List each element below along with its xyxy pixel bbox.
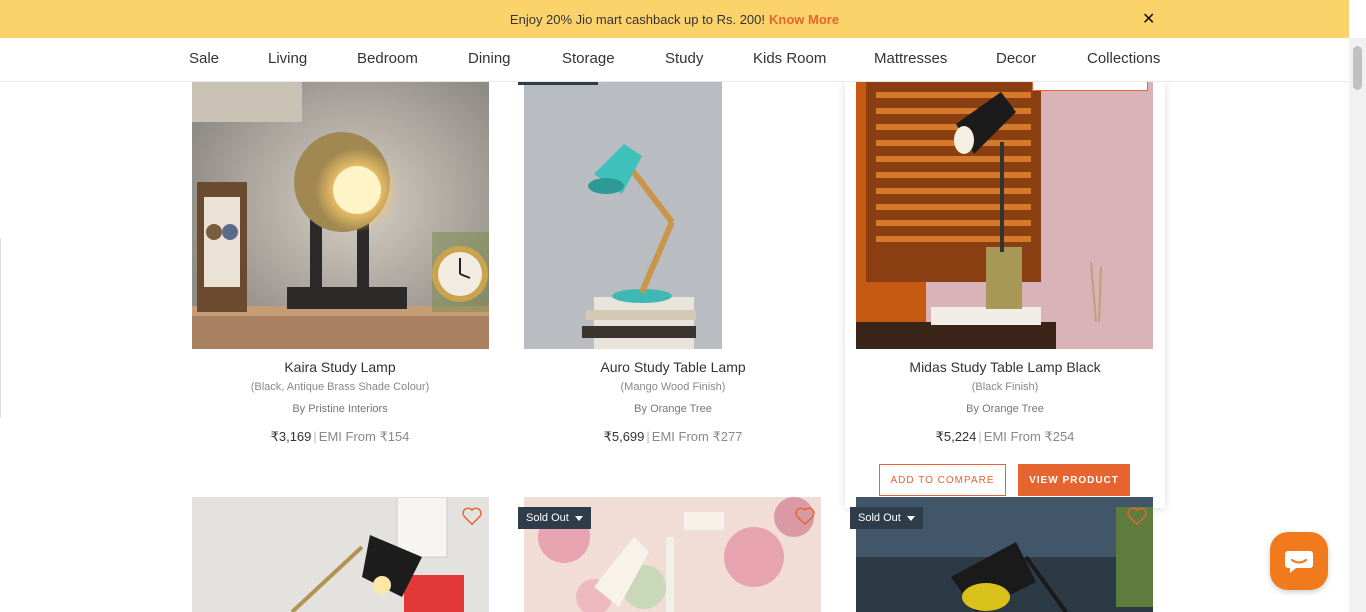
price-value: ₹5,699	[603, 429, 645, 444]
nav-item-storage[interactable]: Storage	[562, 50, 615, 67]
product-image-midas[interactable]	[856, 82, 1153, 349]
lamp-photo	[856, 82, 1153, 349]
promo-text: Enjoy 20% Jio mart cashback up to Rs. 20…	[509, 11, 765, 27]
emi-text: EMI From ₹277	[651, 429, 743, 444]
sold-out-label: Sold Out	[526, 512, 569, 524]
view-product-button[interactable]: VIEW PRODUCT	[1018, 464, 1130, 496]
heart-icon[interactable]	[461, 505, 483, 527]
product-variant: (Black Finish)	[971, 381, 1039, 393]
price-value: ₹3,169	[270, 429, 312, 444]
caret-down-icon	[906, 515, 915, 521]
sold-out-badge[interactable]: Sold Out	[518, 507, 591, 529]
chat-button[interactable]	[1270, 532, 1328, 590]
nav-item-bedroom[interactable]: Bedroom	[357, 50, 418, 67]
promo-banner: Enjoy 20% Jio mart cashback up to Rs. 20…	[0, 0, 1349, 38]
nav-item-decor[interactable]: Decor	[996, 50, 1036, 67]
close-icon[interactable]: ✕	[1142, 9, 1155, 29]
emi-text: EMI From ₹154	[318, 429, 410, 444]
sold-out-label: Sold Out	[858, 512, 901, 524]
product-brand[interactable]: By Pristine Interiors	[190, 403, 490, 415]
caret-down-icon	[574, 515, 583, 521]
nav-item-kids-room[interactable]: Kids Room	[753, 50, 826, 67]
product-image-kaira[interactable]	[192, 82, 489, 349]
nav-item-dining[interactable]: Dining	[468, 50, 511, 67]
product-brand[interactable]: By Orange Tree	[523, 403, 823, 415]
nav-item-sale[interactable]: Sale	[189, 50, 219, 67]
chat-icon	[1285, 551, 1313, 573]
product-image-row2-1[interactable]	[192, 497, 489, 612]
nav-item-mattresses[interactable]: Mattresses	[874, 50, 947, 67]
lamp-photo	[192, 497, 489, 612]
product-variant: (Mango Wood Finish)	[620, 381, 726, 393]
product-name[interactable]: Auro Study Table Lamp	[523, 359, 823, 375]
left-edge-divider	[0, 238, 2, 418]
product-name[interactable]: Kaira Study Lamp	[190, 359, 490, 375]
price-value: ₹5,224	[935, 429, 977, 444]
product-price: ₹5,224 | EMI From ₹254	[935, 429, 1075, 444]
product-name[interactable]: Midas Study Table Lamp Black	[855, 359, 1155, 375]
emi-text: EMI From ₹254	[983, 429, 1075, 444]
product-price: ₹5,699 | EMI From ₹277	[603, 429, 743, 444]
nav-item-living[interactable]: Living	[268, 50, 307, 67]
badge-partial	[518, 82, 598, 85]
product-price: ₹3,169 | EMI From ₹154	[270, 429, 410, 444]
heart-icon[interactable]	[1126, 505, 1148, 527]
product-variant: (Black, Antique Brass Shade Colour)	[250, 381, 430, 393]
category-nav: Sale Living Bedroom Dining Storage Study…	[0, 38, 1349, 82]
sold-out-badge[interactable]: Sold Out	[850, 507, 923, 529]
page-scrollbar[interactable]	[1349, 38, 1366, 612]
lamp-photo	[524, 82, 722, 349]
tag-partial	[1032, 82, 1148, 91]
nav-item-study[interactable]: Study	[665, 50, 703, 67]
add-to-compare-button[interactable]: ADD TO COMPARE	[879, 464, 1006, 496]
scrollbar-thumb[interactable]	[1353, 46, 1362, 90]
heart-icon[interactable]	[794, 505, 816, 527]
know-more-link[interactable]: Know More	[769, 12, 839, 27]
product-image-auro[interactable]	[524, 82, 722, 349]
product-brand[interactable]: By Orange Tree	[855, 403, 1155, 415]
nav-item-collections[interactable]: Collections	[1087, 50, 1160, 67]
lamp-photo	[192, 82, 489, 349]
